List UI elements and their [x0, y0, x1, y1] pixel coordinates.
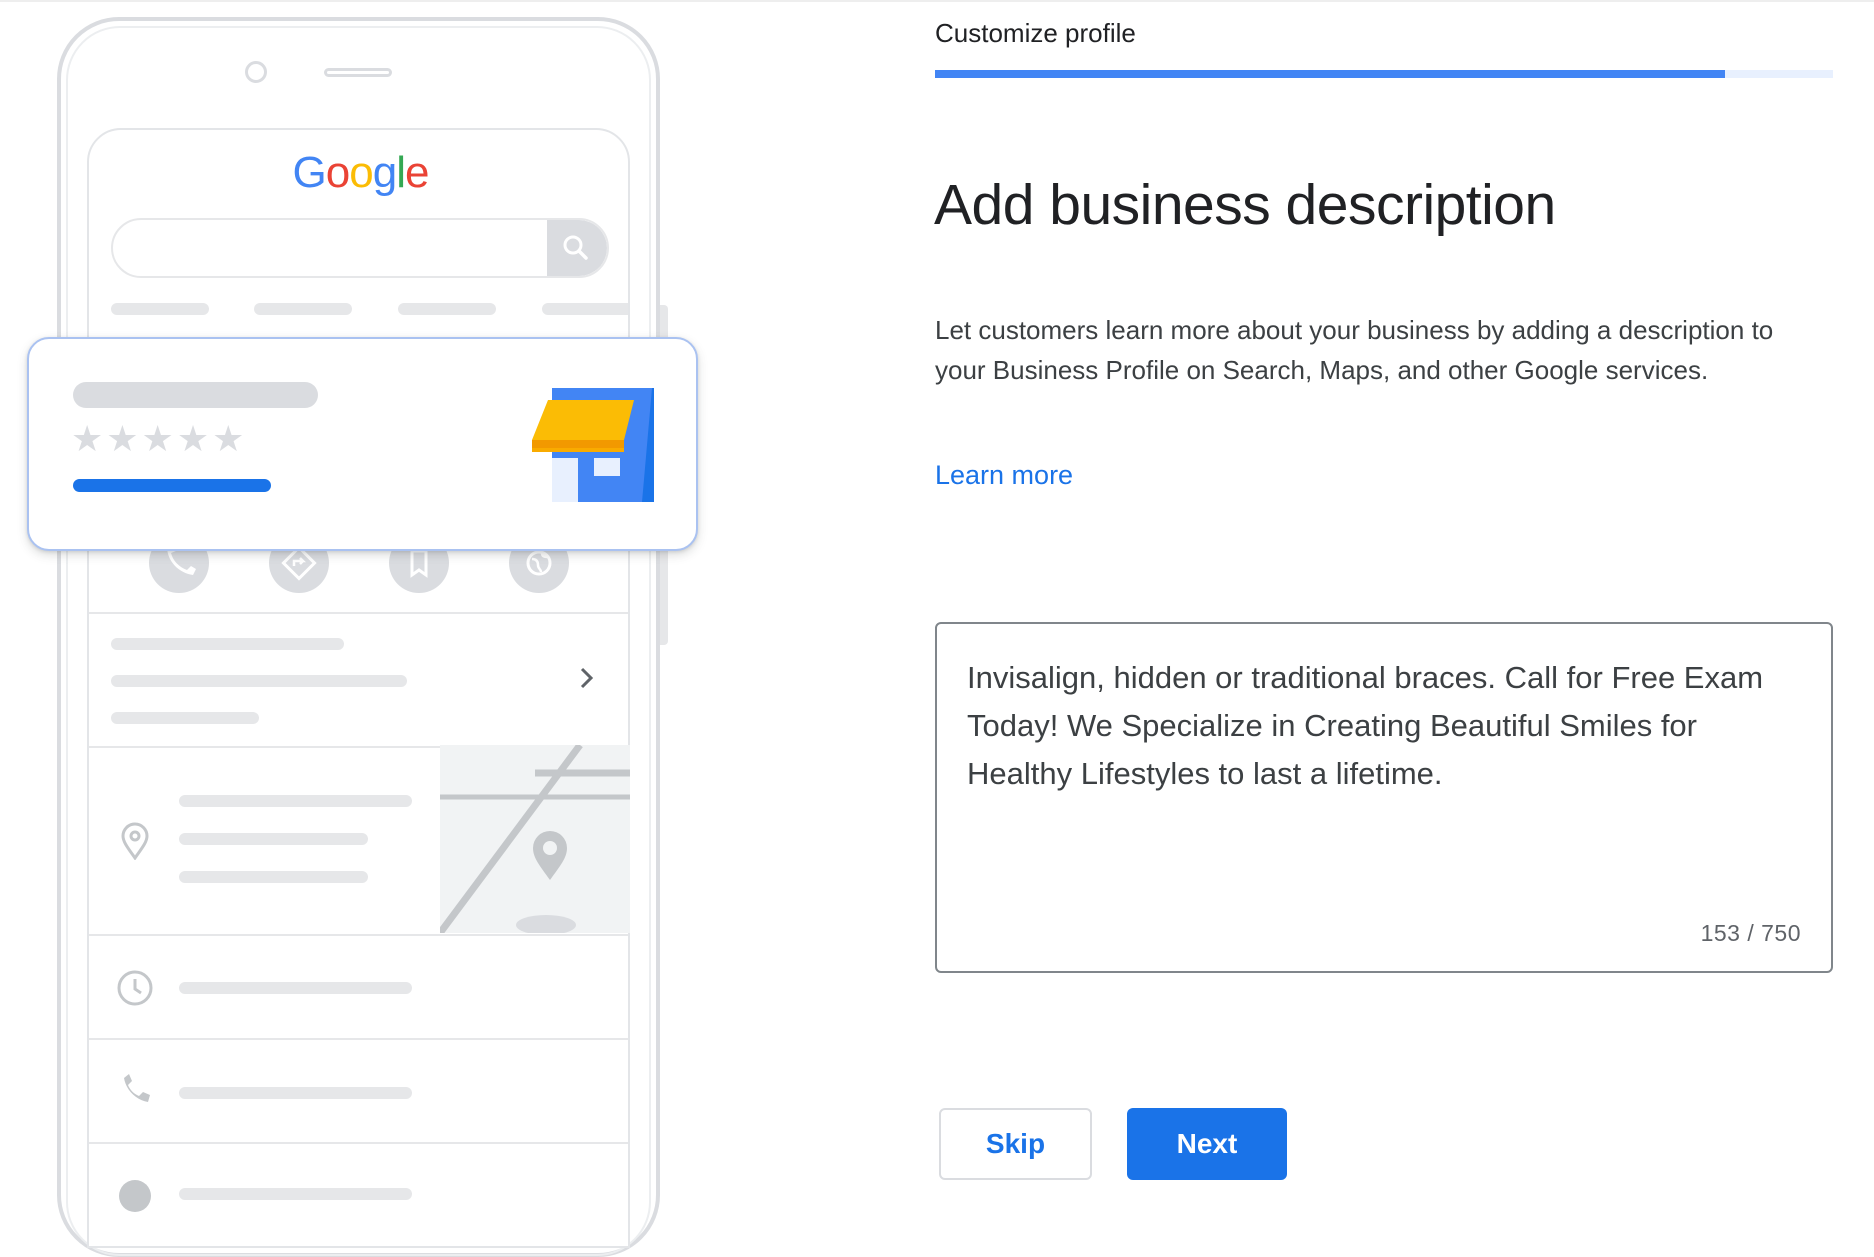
- placeholder-line: [179, 833, 368, 845]
- phone-speaker: [324, 68, 392, 77]
- logo-letter: G: [292, 148, 327, 197]
- progress-bar: [935, 70, 1833, 78]
- phone-screen: Google: [87, 128, 630, 1248]
- page-title: Add business description: [934, 173, 1556, 237]
- top-divider: [0, 0, 1874, 2]
- placeholder-line: [111, 638, 344, 650]
- globe-icon: [119, 1180, 151, 1212]
- placeholder-chip: [398, 303, 496, 315]
- logo-letter: g: [372, 148, 398, 197]
- placeholder-accent-bar: [73, 479, 271, 492]
- placeholder-chip: [542, 303, 628, 315]
- next-button[interactable]: Next: [1127, 1108, 1287, 1180]
- business-card-preview: ★★★★★: [27, 337, 698, 551]
- storefront-icon: [532, 388, 654, 502]
- phone-icon: [124, 1074, 150, 1102]
- location-pin-icon: [121, 822, 149, 860]
- character-counter: 153 / 750: [1700, 920, 1801, 946]
- mock-search-button: [547, 220, 607, 276]
- step-title: Customize profile: [935, 18, 1136, 48]
- skip-button[interactable]: Skip: [939, 1108, 1092, 1180]
- list-divider: [89, 612, 628, 614]
- list-divider: [89, 1038, 628, 1040]
- mock-search-bar: [111, 218, 609, 278]
- phone-camera: [245, 61, 267, 83]
- placeholder-line: [179, 1188, 412, 1200]
- google-logo: Google: [89, 148, 628, 198]
- business-description-field[interactable]: Invisalign, hidden or traditional braces…: [935, 622, 1833, 973]
- mock-map: [440, 745, 630, 933]
- list-divider: [89, 934, 628, 936]
- logo-letter: o: [325, 148, 351, 197]
- learn-more-link[interactable]: Learn more: [935, 460, 1073, 491]
- logo-letter: e: [404, 148, 430, 197]
- search-icon: [563, 235, 588, 260]
- list-divider: [89, 1142, 628, 1144]
- page-description: Let customers learn more about your busi…: [935, 315, 1774, 385]
- placeholder-line: [179, 982, 412, 994]
- clock-icon: [117, 970, 153, 1006]
- placeholder-line: [111, 712, 259, 724]
- map-icon: [440, 745, 630, 933]
- placeholder-line: [179, 1087, 412, 1099]
- business-description-text[interactable]: Invisalign, hidden or traditional braces…: [967, 654, 1807, 798]
- placeholder-business-name: [73, 382, 318, 408]
- placeholder-line: [179, 871, 368, 883]
- logo-letter: l: [396, 148, 406, 197]
- placeholder-chip: [111, 303, 209, 315]
- logo-letter: o: [349, 148, 374, 197]
- placeholder-chip: [254, 303, 352, 315]
- progress-fill: [935, 70, 1726, 78]
- rating-stars: ★★★★★: [71, 418, 248, 459]
- placeholder-line: [179, 795, 412, 807]
- placeholder-line: [111, 675, 407, 687]
- chevron-right-icon: [580, 667, 594, 689]
